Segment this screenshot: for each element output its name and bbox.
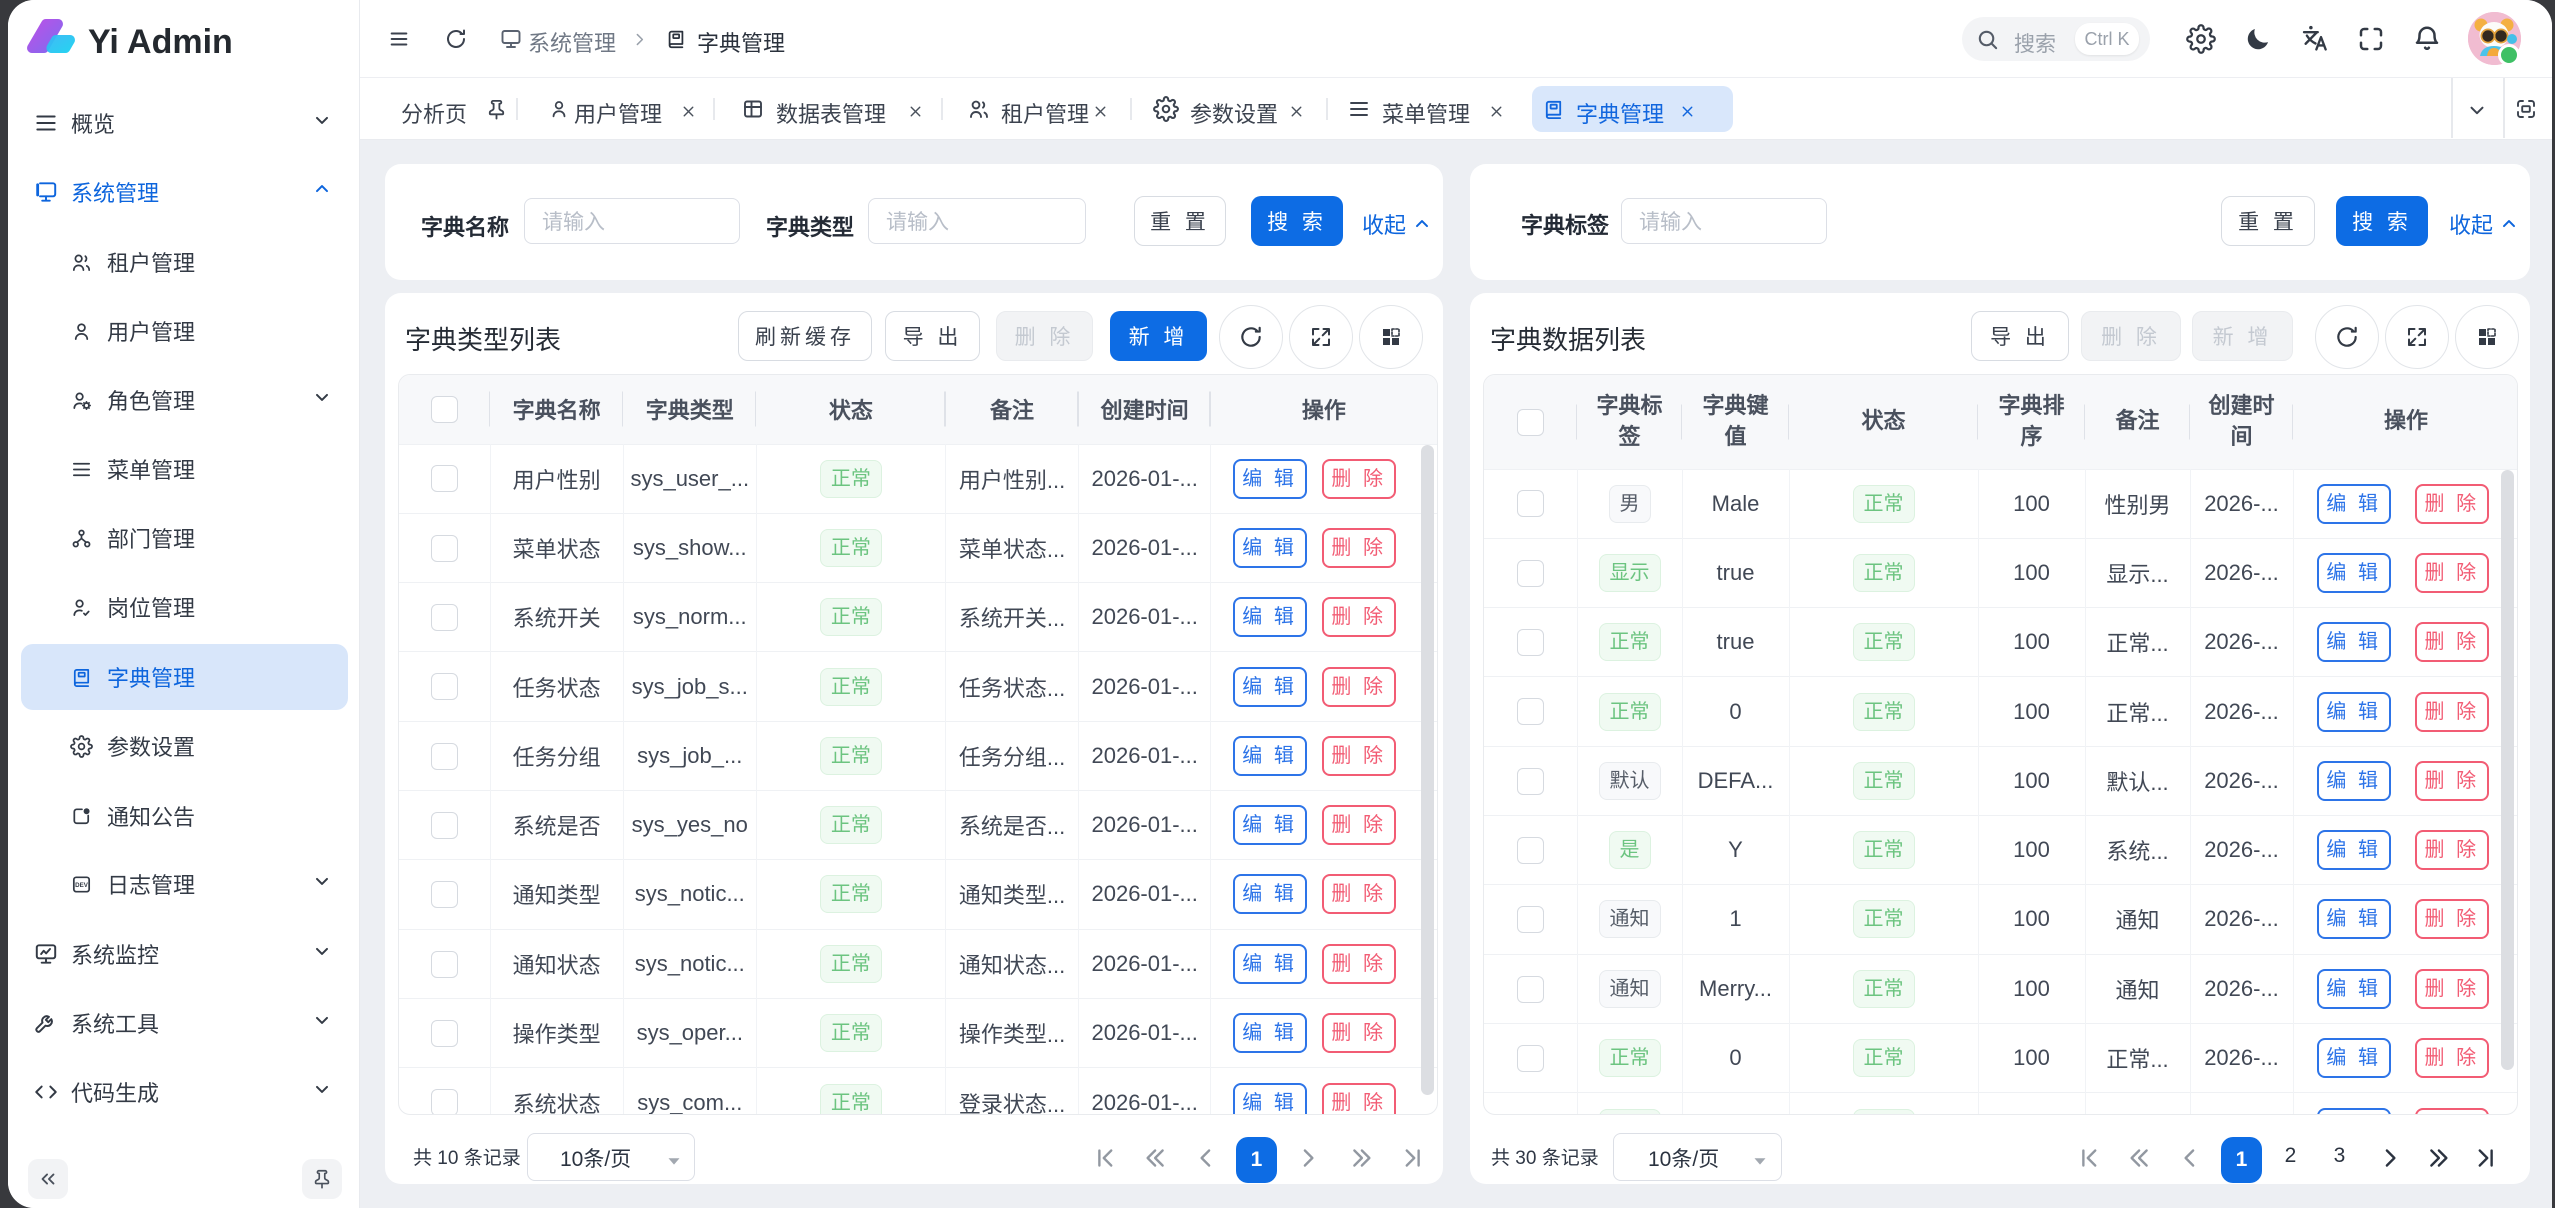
svg-text:DEV: DEV bbox=[75, 881, 89, 888]
